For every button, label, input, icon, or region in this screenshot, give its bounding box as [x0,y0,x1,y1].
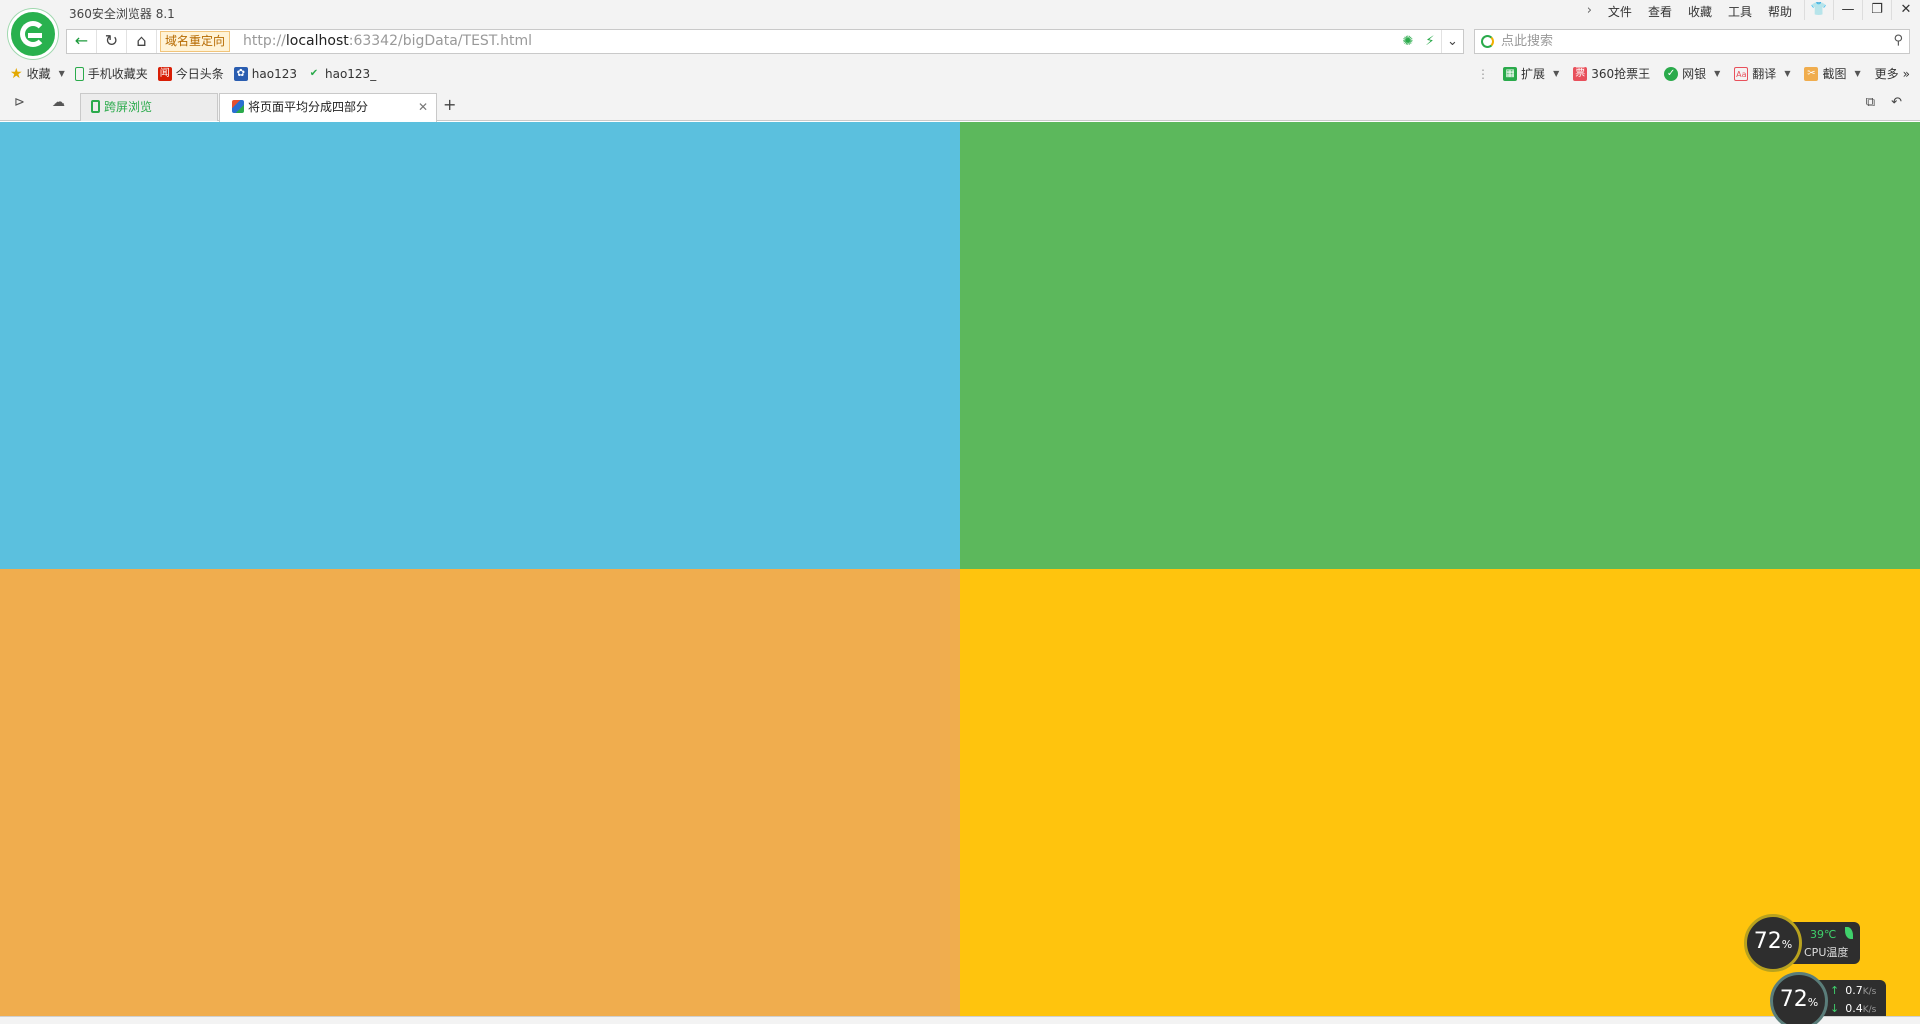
upload-arrow-icon: ↑ [1830,984,1840,997]
minimize-button[interactable]: — [1833,0,1862,20]
search-box: ⚲ [1474,29,1910,54]
back-button[interactable]: ← [67,30,97,53]
caret-down-icon[interactable]: ▼ [59,69,65,78]
caret-down-icon[interactable]: ▼ [1854,69,1860,78]
caret-down-icon[interactable]: ▼ [1553,69,1559,78]
leaf-icon [1845,927,1853,939]
upload-speed: ↑ 0.7K/s [1830,984,1877,997]
url-host: localhost [285,33,349,49]
bookmark-mobile-favorites[interactable]: 手机收藏夹 [74,65,148,82]
cpu-temperature: 39℃ [1810,928,1837,941]
toolbar-extensions[interactable]: ▦ 扩展 ▼ [1503,65,1559,82]
tab-bar-right: ⧉ ↶ [1866,95,1902,110]
tab-active[interactable]: 将页面平均分成四部分 ✕ [219,93,437,122]
address-bar: ← ↻ ⌂ 域名重定向 http://localhost:63342/bigDa… [66,29,1464,54]
chevron-down-icon[interactable]: ⌄ [1441,30,1463,53]
toolbar-screenshot[interactable]: ✂ 截图 ▼ [1804,65,1861,82]
chevron-right-icon[interactable]: › [1587,3,1592,20]
menu-help[interactable]: 帮助 [1768,3,1792,20]
url-scheme: http:// [243,33,286,49]
shield-icon: ✓ [1664,66,1679,81]
bookmark-toutiao[interactable]: 闻 今日头条 [157,65,224,82]
toolbar-ebank[interactable]: ✓ 网银 ▼ [1664,65,1720,82]
download-arrow-icon: ↓ [1830,1002,1840,1015]
menu-tools[interactable]: 工具 [1728,3,1752,20]
tab-list-icon[interactable]: ⧉ [1866,95,1875,110]
window-controls: 👕 — ❐ ✕ [1804,0,1920,20]
phone-icon [91,100,100,113]
quadrant-top-left [0,122,960,569]
hao-icon: ✔ [309,67,319,79]
title-bar: 360安全浏览器 8.1 › 文件 查看 收藏 工具 帮助 👕 — ❐ ✕ [0,0,1920,59]
extension-icon: ▦ [1503,66,1518,81]
translate-icon: Aa [1734,66,1749,81]
star-icon: ★ [10,65,23,82]
separator-icon: ⋮ [1477,66,1490,81]
home-button[interactable]: ⌂ [127,30,157,53]
page-viewport [0,122,1920,1016]
url-rest: :63342/bigData/TEST.html [348,33,533,49]
more-icon: » [1902,66,1910,81]
bookmarks-bar: ★ 收藏 ▼ 手机收藏夹 闻 今日头条 ✿ hao123 ✔ hao123_ ⋮… [0,60,1920,86]
sidebar-toggle-icon[interactable]: ⊳ [14,95,25,110]
browser-logo-icon [8,9,58,59]
news-icon: 闻 [157,66,172,81]
quadrant-bottom-left [0,569,960,1016]
bookmarks-right: ⋮ ▦ 扩展 ▼ 票 360抢票王 ✓ 网银 ▼ Aa 翻译 ▼ ✂ 截图 ▼ … [1477,65,1910,82]
window-title: 360安全浏览器 8.1 [69,7,175,21]
reload-button[interactable]: ↻ [97,30,127,53]
paw-icon: ✿ [233,66,248,81]
undo-close-icon[interactable]: ↶ [1891,95,1902,110]
security-gear-icon[interactable]: ✺ [1397,30,1419,53]
redirect-badge[interactable]: 域名重定向 [160,31,231,52]
toolbar-more[interactable]: 更多 » [1875,65,1910,82]
caret-down-icon[interactable]: ▼ [1784,69,1790,78]
tab-bar: ⊳ ☁ 跨屏浏览 将页面平均分成四部分 ✕ + ⧉ ↶ [0,86,1920,122]
lightning-icon[interactable]: ⚡ [1419,30,1441,53]
cpu-widget[interactable]: 72% 39℃ CPU温度 [1744,914,1860,972]
search-input[interactable] [1501,32,1871,51]
address-bar-icons: ✺ ⚡ ⌄ [1397,30,1463,53]
phone-icon [74,66,84,81]
new-tab-button[interactable]: + [443,95,456,114]
search-engine-icon[interactable] [1481,35,1494,48]
toolbar-translate[interactable]: Aa 翻译 ▼ [1734,65,1790,82]
memory-usage-gauge: 72% [1770,972,1828,1024]
navigation-bar: ← ↻ ⌂ 域名重定向 http://localhost:63342/bigDa… [0,24,1920,60]
skin-icon[interactable]: 👕 [1804,0,1833,20]
ticket-icon: 票 [1573,66,1588,81]
menu-favorites[interactable]: 收藏 [1688,3,1712,20]
status-bar [0,1016,1920,1024]
bookmark-hao123[interactable]: ✿ hao123 [233,66,297,81]
cloud-icon[interactable]: ☁ [52,95,65,110]
webstorm-icon [232,100,244,113]
menu-view[interactable]: 查看 [1648,3,1672,20]
quadrant-top-right [960,122,1920,569]
search-icon[interactable]: ⚲ [1893,33,1903,48]
url-field[interactable]: http://localhost:63342/bigData/TEST.html [243,33,532,49]
close-tab-icon[interactable]: ✕ [418,94,428,120]
caret-down-icon[interactable]: ▼ [1714,69,1720,78]
download-speed: ↓ 0.4K/s [1830,1002,1877,1015]
bookmarks-left: ★ 收藏 ▼ 手机收藏夹 闻 今日头条 ✿ hao123 ✔ hao123_ [10,65,376,82]
toolbar-ticket[interactable]: 票 360抢票王 [1573,65,1650,82]
tab-cross-screen[interactable]: 跨屏浏览 [80,93,218,121]
menu-bar: › 文件 查看 收藏 工具 帮助 [1587,3,1792,20]
cpu-temperature-label: CPU温度 [1804,946,1849,959]
bookmark-favorites[interactable]: ★ 收藏 ▼ [10,65,65,82]
menu-file[interactable]: 文件 [1608,3,1632,20]
cpu-usage-gauge: 72% [1744,914,1802,972]
restore-button[interactable]: ❐ [1862,0,1891,20]
close-button[interactable]: ✕ [1891,0,1920,20]
screenshot-icon: ✂ [1804,66,1819,81]
bookmark-hao123-2[interactable]: ✔ hao123_ [307,67,376,81]
